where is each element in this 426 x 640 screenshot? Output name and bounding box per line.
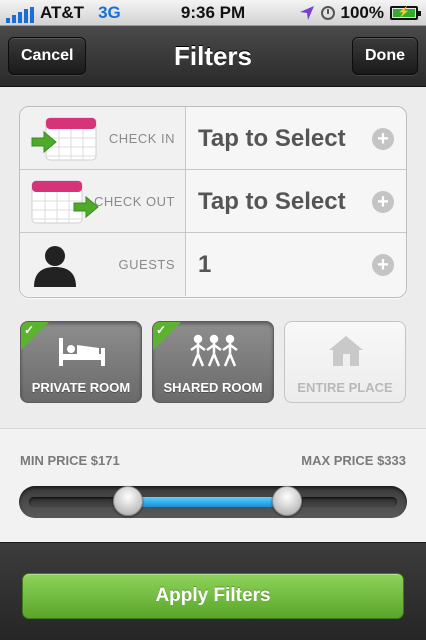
room-type-label: ENTIRE PLACE: [297, 380, 393, 395]
check-out-row[interactable]: CHECK OUT Tap to Select +: [20, 170, 406, 233]
room-type-label: SHARED ROOM: [163, 380, 263, 395]
check-in-value: Tap to Select: [198, 125, 346, 152]
room-type-private-room[interactable]: ✓ PRIVATE ROOM: [20, 321, 142, 403]
check-in-label-cell: CHECK IN: [20, 107, 186, 169]
done-button[interactable]: Done: [352, 37, 418, 75]
check-out-label: CHECK OUT: [93, 194, 175, 209]
house-icon: [329, 336, 363, 366]
people-icon: [190, 334, 238, 367]
checkmark-icon: ✓: [156, 323, 167, 337]
price-range-section: MIN PRICE $171 MAX PRICE $333: [0, 428, 426, 542]
min-price-handle[interactable]: [112, 486, 143, 516]
cancel-button[interactable]: Cancel: [8, 37, 87, 75]
calendar-check-out-icon: [31, 180, 99, 224]
alarm-clock-icon: [320, 6, 335, 20]
room-type-entire-place[interactable]: ENTIRE PLACE: [284, 321, 406, 403]
bottom-toolbar: Apply Filters: [0, 542, 426, 640]
check-in-plus-icon[interactable]: +: [372, 128, 394, 150]
check-out-value: Tap to Select: [198, 188, 346, 215]
slider-selected-range: [127, 497, 287, 507]
battery-percent: 100%: [340, 3, 384, 22]
min-price-label: MIN PRICE $171: [20, 453, 120, 468]
status-bar: AT&T 3G 9:36 PM 100% ⚡: [0, 0, 426, 26]
bed-icon: [59, 338, 105, 366]
check-out-label-cell: CHECK OUT: [20, 170, 186, 232]
check-in-label: CHECK IN: [108, 131, 175, 146]
status-right: 100% ⚡: [299, 3, 421, 23]
guests-label-cell: GUESTS: [20, 233, 186, 296]
price-range-slider[interactable]: [19, 486, 407, 518]
person-icon: [34, 246, 76, 287]
booking-form-card: CHECK IN Tap to Select + CHECK OUT Tap t…: [19, 106, 407, 298]
navigation-bar: Filters Cancel Done: [0, 26, 426, 87]
guests-plus-icon[interactable]: +: [372, 254, 394, 276]
check-out-plus-icon[interactable]: +: [372, 191, 394, 213]
apply-filters-button[interactable]: Apply Filters: [22, 573, 404, 619]
room-type-label: PRIVATE ROOM: [31, 380, 131, 395]
max-price-label: MAX PRICE $333: [301, 453, 406, 468]
guests-row[interactable]: GUESTS 1 +: [20, 233, 406, 296]
check-in-row[interactable]: CHECK IN Tap to Select +: [20, 107, 406, 170]
checkmark-icon: ✓: [24, 323, 35, 337]
max-price-handle[interactable]: [271, 486, 302, 516]
calendar-check-in-icon: [31, 117, 97, 161]
location-arrow-icon: [299, 6, 314, 20]
room-type-shared-room[interactable]: ✓ SHARED ROOM: [152, 321, 274, 403]
battery-icon: ⚡: [390, 6, 421, 20]
guests-value: 1: [198, 251, 212, 278]
guests-label: GUESTS: [118, 257, 175, 272]
